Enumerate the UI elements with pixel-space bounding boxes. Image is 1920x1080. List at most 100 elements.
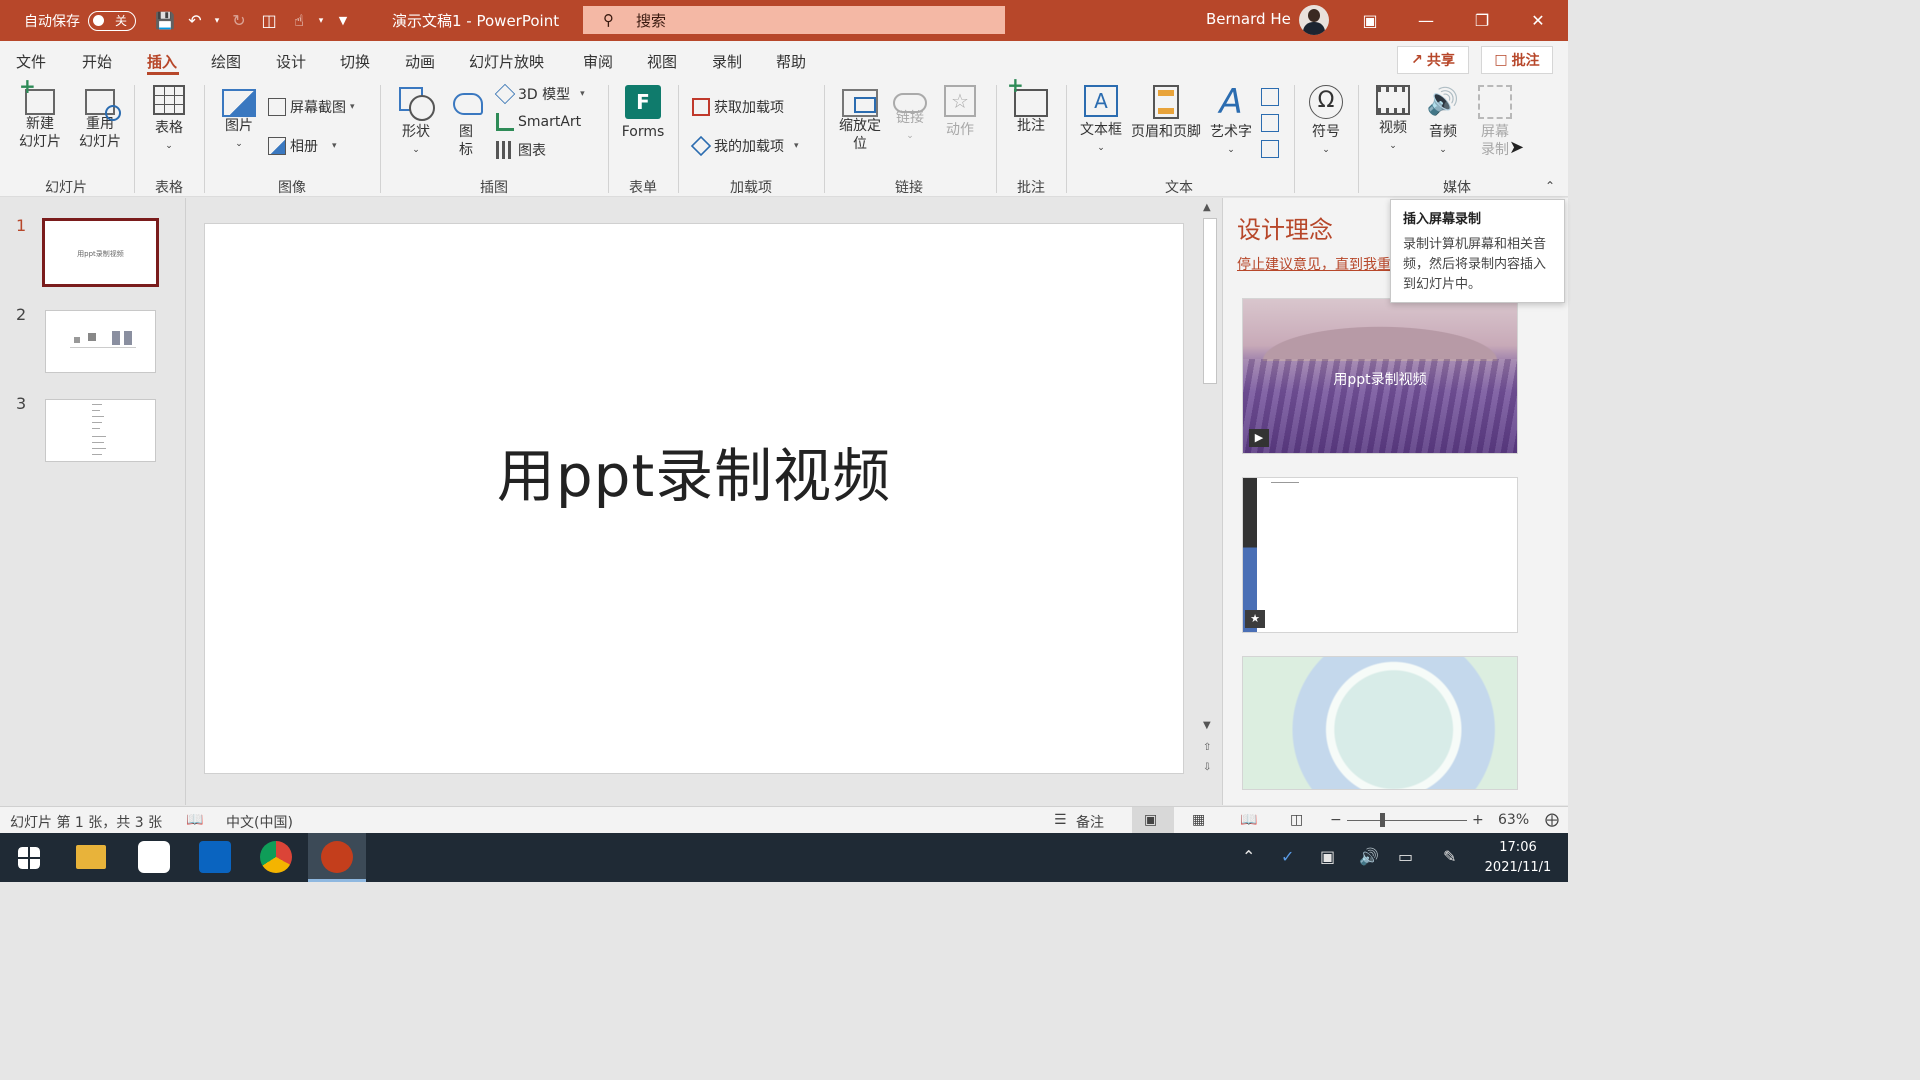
screen-capture-tray-icon[interactable]: ▣ xyxy=(1320,847,1335,866)
tab-slideshow[interactable]: 幻灯片放映 xyxy=(469,51,544,72)
stop-suggestions-link[interactable]: 停止建议意见，直到我重 xyxy=(1237,254,1391,274)
action-button[interactable]: ☆ 动作 xyxy=(938,85,982,139)
chart-icon xyxy=(496,141,514,159)
date-time-icon[interactable] xyxy=(1261,88,1279,106)
slide-thumbnail-1[interactable]: 用ppt录制视频 xyxy=(42,218,159,287)
ribbon-display-options-icon[interactable]: ▣ xyxy=(1342,0,1398,41)
zoom-slider-track[interactable] xyxy=(1347,820,1467,821)
zoom-out-icon[interactable]: − xyxy=(1330,812,1342,828)
tab-record[interactable]: 录制 xyxy=(712,51,742,72)
todo-app-icon[interactable] xyxy=(138,841,170,873)
tab-help[interactable]: 帮助 xyxy=(776,51,806,72)
smartart-button[interactable]: SmartArt xyxy=(496,111,581,133)
icons-button[interactable]: 图 标 xyxy=(446,85,486,159)
search-box[interactable]: ⚲ 搜索 xyxy=(583,6,1005,34)
insert-comment-button[interactable]: 批注 xyxy=(1007,76,1054,135)
photo-album-button[interactable]: 相册 ▾ xyxy=(268,135,337,157)
redo-icon[interactable]: ↻ xyxy=(224,6,254,36)
reading-view-icon[interactable]: 📖 xyxy=(1240,812,1257,828)
scroll-up-icon[interactable]: ▲ xyxy=(1203,202,1211,213)
share-button[interactable]: ↗ 共享 xyxy=(1397,46,1469,74)
symbols-button[interactable]: Ω 符号 ⌄ xyxy=(1304,85,1348,159)
battery-icon[interactable]: ▭ xyxy=(1398,847,1413,866)
undo-dropdown-icon[interactable]: ▾ xyxy=(210,6,224,36)
wordart-button[interactable]: A 艺术字 ⌄ xyxy=(1206,85,1256,159)
tab-view[interactable]: 视图 xyxy=(647,51,677,72)
minimize-icon[interactable]: — xyxy=(1398,0,1454,41)
undo-icon[interactable]: ↶ xyxy=(180,6,210,36)
file-explorer-icon[interactable] xyxy=(76,845,106,869)
previous-slide-icon[interactable]: ⇧ xyxy=(1203,742,1211,753)
chart-button[interactable]: 图表 xyxy=(496,139,546,161)
design-idea-card[interactable]: ★ xyxy=(1242,477,1518,633)
tab-file[interactable]: 文件 xyxy=(16,51,46,72)
chrome-icon[interactable] xyxy=(260,841,292,873)
tab-animations[interactable]: 动画 xyxy=(405,51,435,72)
tab-draw[interactable]: 绘图 xyxy=(211,51,241,72)
tab-design[interactable]: 设计 xyxy=(276,51,306,72)
tab-review[interactable]: 审阅 xyxy=(583,51,613,72)
pictures-button[interactable]: 图片 ⌄ xyxy=(216,85,262,153)
audio-button[interactable]: 🔊 音频 ⌄ xyxy=(1420,85,1466,159)
reuse-slides-button[interactable]: 重用 幻灯片 xyxy=(72,85,128,151)
outlook-icon[interactable] xyxy=(199,841,231,873)
accessibility-icon[interactable]: 📖 xyxy=(186,812,203,828)
taskbar-clock[interactable]: 17:06 2021/11/1 xyxy=(1470,838,1566,878)
slide-number-icon[interactable] xyxy=(1261,114,1279,132)
slideshow-icon[interactable]: ◫ xyxy=(1290,812,1303,828)
autosave-toggle[interactable]: 关 xyxy=(88,10,136,31)
notes-button[interactable]: 备注 xyxy=(1076,812,1104,832)
my-addins-button[interactable]: 我的加载项 ▾ xyxy=(690,135,799,157)
pen-icon[interactable]: ✎ xyxy=(1443,847,1456,866)
design-idea-card[interactable]: 用ppt录制视频 ▶ xyxy=(1242,298,1518,454)
tab-home[interactable]: 开始 xyxy=(82,51,112,72)
present-icon[interactable]: ◫ xyxy=(254,6,284,36)
slide-title[interactable]: 用ppt录制视频 xyxy=(205,429,1183,513)
comments-button[interactable]: □ 批注 xyxy=(1481,46,1553,74)
language-indicator[interactable]: 中文(中国) xyxy=(226,812,293,832)
next-slide-icon[interactable]: ⇩ xyxy=(1203,762,1211,773)
3d-models-button[interactable]: 3D 模型 ▾ xyxy=(494,83,585,105)
touch-dropdown-icon[interactable]: ▾ xyxy=(314,6,328,36)
save-icon[interactable]: 💾 xyxy=(150,6,180,36)
volume-icon[interactable]: 🔊 xyxy=(1359,847,1379,866)
scrollbar-thumb[interactable] xyxy=(1203,218,1217,384)
slide-vertical-scrollbar[interactable]: ▲ ▼ ⇧ ⇩ xyxy=(1200,198,1220,780)
table-button[interactable]: 表格 ⌄ xyxy=(142,85,196,155)
forms-button[interactable]: F Forms xyxy=(616,85,670,141)
powerpoint-icon[interactable] xyxy=(321,841,353,873)
video-button[interactable]: 视频 ⌄ xyxy=(1370,85,1416,155)
new-slide-button[interactable]: 新建 幻灯片 xyxy=(8,77,72,151)
show-hidden-icons-icon[interactable]: ⌃ xyxy=(1242,847,1255,866)
slide-thumbnail-3[interactable] xyxy=(45,399,156,462)
object-icon[interactable] xyxy=(1261,140,1279,158)
touch-mode-icon[interactable]: ☝ xyxy=(284,6,314,36)
slide-thumbnail-2[interactable] xyxy=(45,310,156,373)
shapes-button[interactable]: 形状 ⌄ xyxy=(394,85,438,159)
zoom-in-icon[interactable]: + xyxy=(1472,812,1484,828)
slide-sorter-icon[interactable]: ▦ xyxy=(1192,812,1205,828)
zoom-button[interactable]: 缩放定 位 xyxy=(834,85,886,153)
user-name[interactable]: Bernard He xyxy=(1206,10,1291,28)
avatar[interactable] xyxy=(1299,5,1329,35)
tab-insert[interactable]: 插入 xyxy=(147,51,177,72)
zoom-level[interactable]: 63% xyxy=(1498,812,1529,828)
scroll-down-icon[interactable]: ▼ xyxy=(1203,720,1211,731)
customize-qat-icon[interactable]: ▼ xyxy=(328,6,358,36)
todo-tray-icon[interactable]: ✓ xyxy=(1281,847,1294,866)
design-idea-card[interactable] xyxy=(1242,656,1518,790)
restore-icon[interactable]: ❐ xyxy=(1454,0,1510,41)
zoom-slider-knob[interactable] xyxy=(1380,813,1385,827)
pane-divider[interactable] xyxy=(185,198,186,805)
header-footer-button[interactable]: 页眉和页脚 xyxy=(1128,85,1204,141)
fit-to-window-icon[interactable]: ⨁ xyxy=(1545,812,1559,828)
textbox-button[interactable]: A 文本框 ⌄ xyxy=(1076,85,1126,157)
collapse-ribbon-icon[interactable]: ⌃ xyxy=(1545,179,1555,193)
link-button[interactable]: 链接 ⌄ xyxy=(888,85,932,145)
screenshot-button[interactable]: 屏幕截图 ▾ xyxy=(268,96,355,118)
slide-canvas[interactable]: 用ppt录制视频 xyxy=(204,223,1184,774)
get-addins-button[interactable]: 获取加载项 xyxy=(692,96,784,118)
windows-start-icon[interactable] xyxy=(18,847,40,869)
close-icon[interactable]: ✕ xyxy=(1510,0,1566,41)
tab-transitions[interactable]: 切换 xyxy=(340,51,370,72)
